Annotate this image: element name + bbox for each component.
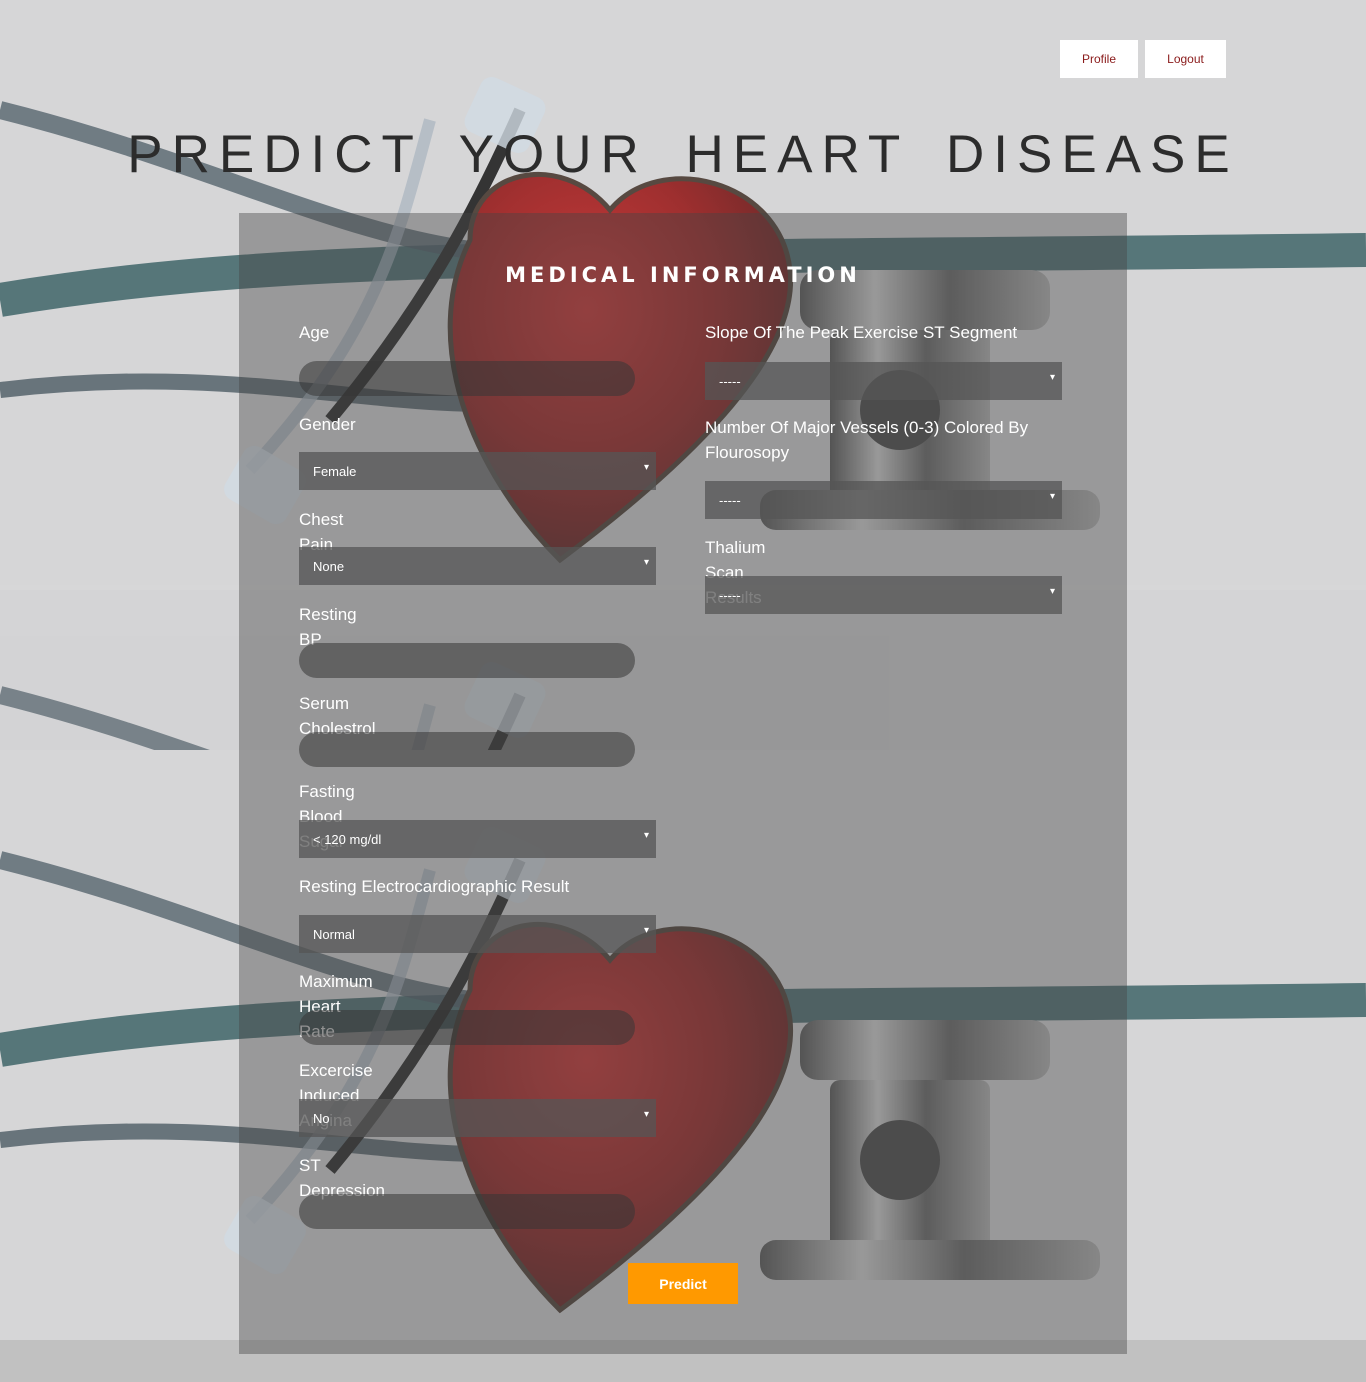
major-vessels-selected: ----- bbox=[719, 492, 741, 508]
chest-pain-selected: None bbox=[313, 558, 345, 574]
fasting-blood-sugar-select[interactable]: < 120 mg/dl ▾ bbox=[299, 820, 656, 858]
max-heart-rate-input[interactable] bbox=[299, 1010, 635, 1045]
chevron-down-icon: ▾ bbox=[643, 462, 649, 473]
chevron-down-icon: ▾ bbox=[1049, 491, 1055, 502]
resting-bp-input[interactable] bbox=[299, 643, 635, 678]
chevron-down-icon: ▾ bbox=[1049, 372, 1055, 383]
resting-ecg-selected: Normal bbox=[313, 926, 355, 942]
gender-selected: Female bbox=[313, 463, 357, 479]
predict-button[interactable]: Predict bbox=[628, 1263, 738, 1304]
serum-cholestrol-input[interactable] bbox=[299, 732, 635, 767]
major-vessels-label: Number Of Major Vessels (0-3) Colored By… bbox=[705, 418, 1029, 462]
form-title: MEDICAL INFORMATION bbox=[505, 263, 861, 287]
major-vessels-select[interactable]: ----- ▾ bbox=[705, 481, 1062, 519]
chevron-down-icon: ▾ bbox=[643, 1109, 649, 1120]
slope-label: Slope Of The Peak Exercise ST Segment bbox=[705, 323, 1018, 342]
fasting-blood-sugar-selected: < 120 mg/dl bbox=[313, 831, 382, 847]
chevron-down-icon: ▾ bbox=[1049, 586, 1055, 597]
st-depression-input[interactable] bbox=[299, 1194, 635, 1229]
gender-label: Gender bbox=[299, 415, 356, 434]
chevron-down-icon: ▾ bbox=[643, 557, 649, 568]
slope-selected: ----- bbox=[719, 373, 741, 389]
top-nav: Profile Logout bbox=[1060, 40, 1226, 78]
age-label: Age bbox=[299, 323, 330, 342]
exercise-angina-select[interactable]: No ▾ bbox=[299, 1099, 656, 1137]
gender-select[interactable]: Female ▾ bbox=[299, 452, 656, 490]
logout-button[interactable]: Logout bbox=[1145, 40, 1226, 78]
chest-pain-select[interactable]: None ▾ bbox=[299, 547, 656, 585]
thalium-selected: ----- bbox=[719, 587, 741, 603]
profile-button[interactable]: Profile bbox=[1060, 40, 1138, 78]
slope-select[interactable]: ----- ▾ bbox=[705, 362, 1062, 400]
thalium-select[interactable]: ----- ▾ bbox=[705, 576, 1062, 614]
medical-info-form: MEDICAL INFORMATION Age Gender Female ▾ … bbox=[239, 213, 1127, 1354]
chevron-down-icon: ▾ bbox=[643, 830, 649, 841]
exercise-angina-selected: No bbox=[313, 1110, 330, 1126]
chevron-down-icon: ▾ bbox=[643, 925, 649, 936]
page-title: PREDICT YOUR HEART DISEASE bbox=[127, 125, 1239, 184]
resting-ecg-select[interactable]: Normal ▾ bbox=[299, 915, 656, 953]
resting-ecg-label: Resting Electrocardiographic Result bbox=[299, 877, 570, 896]
age-input[interactable] bbox=[299, 361, 635, 396]
